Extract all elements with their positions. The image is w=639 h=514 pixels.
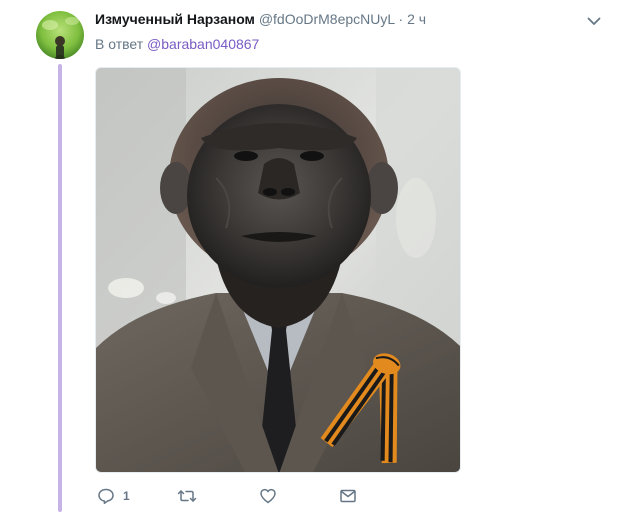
direct-message-button[interactable] — [339, 485, 357, 507]
retweet-button[interactable] — [177, 485, 197, 507]
chevron-down-icon[interactable] — [585, 12, 603, 30]
user-handle[interactable]: @fdOoDrM8epcNUyL — [259, 11, 395, 27]
message-icon — [339, 487, 357, 505]
like-icon — [259, 487, 277, 505]
reply-icon — [97, 487, 115, 505]
tweet-actions: 1 — [95, 485, 395, 507]
avatar[interactable] — [36, 11, 84, 59]
reply-prefix: В ответ — [95, 36, 144, 52]
tweet-photo[interactable] — [95, 67, 461, 473]
thread-line — [58, 64, 62, 512]
tweet: Измученный Нарзаном @fdOoDrM8epcNUyL · 2… — [0, 0, 639, 514]
reply-to-handle-link[interactable]: @baraban040867 — [147, 36, 259, 52]
display-name[interactable]: Измученный Нарзаном — [95, 11, 255, 27]
reply-count: 1 — [123, 489, 130, 503]
retweet-icon — [177, 487, 197, 505]
tweet-header: Измученный Нарзаном @fdOoDrM8epcNUyL · 2… — [95, 10, 426, 28]
header-separator: · — [398, 11, 404, 27]
tweet-timestamp[interactable]: 2 ч — [407, 11, 426, 27]
reply-button[interactable]: 1 — [97, 485, 130, 507]
like-button[interactable] — [259, 485, 277, 507]
reply-context: В ответ @baraban040867 — [95, 35, 259, 53]
